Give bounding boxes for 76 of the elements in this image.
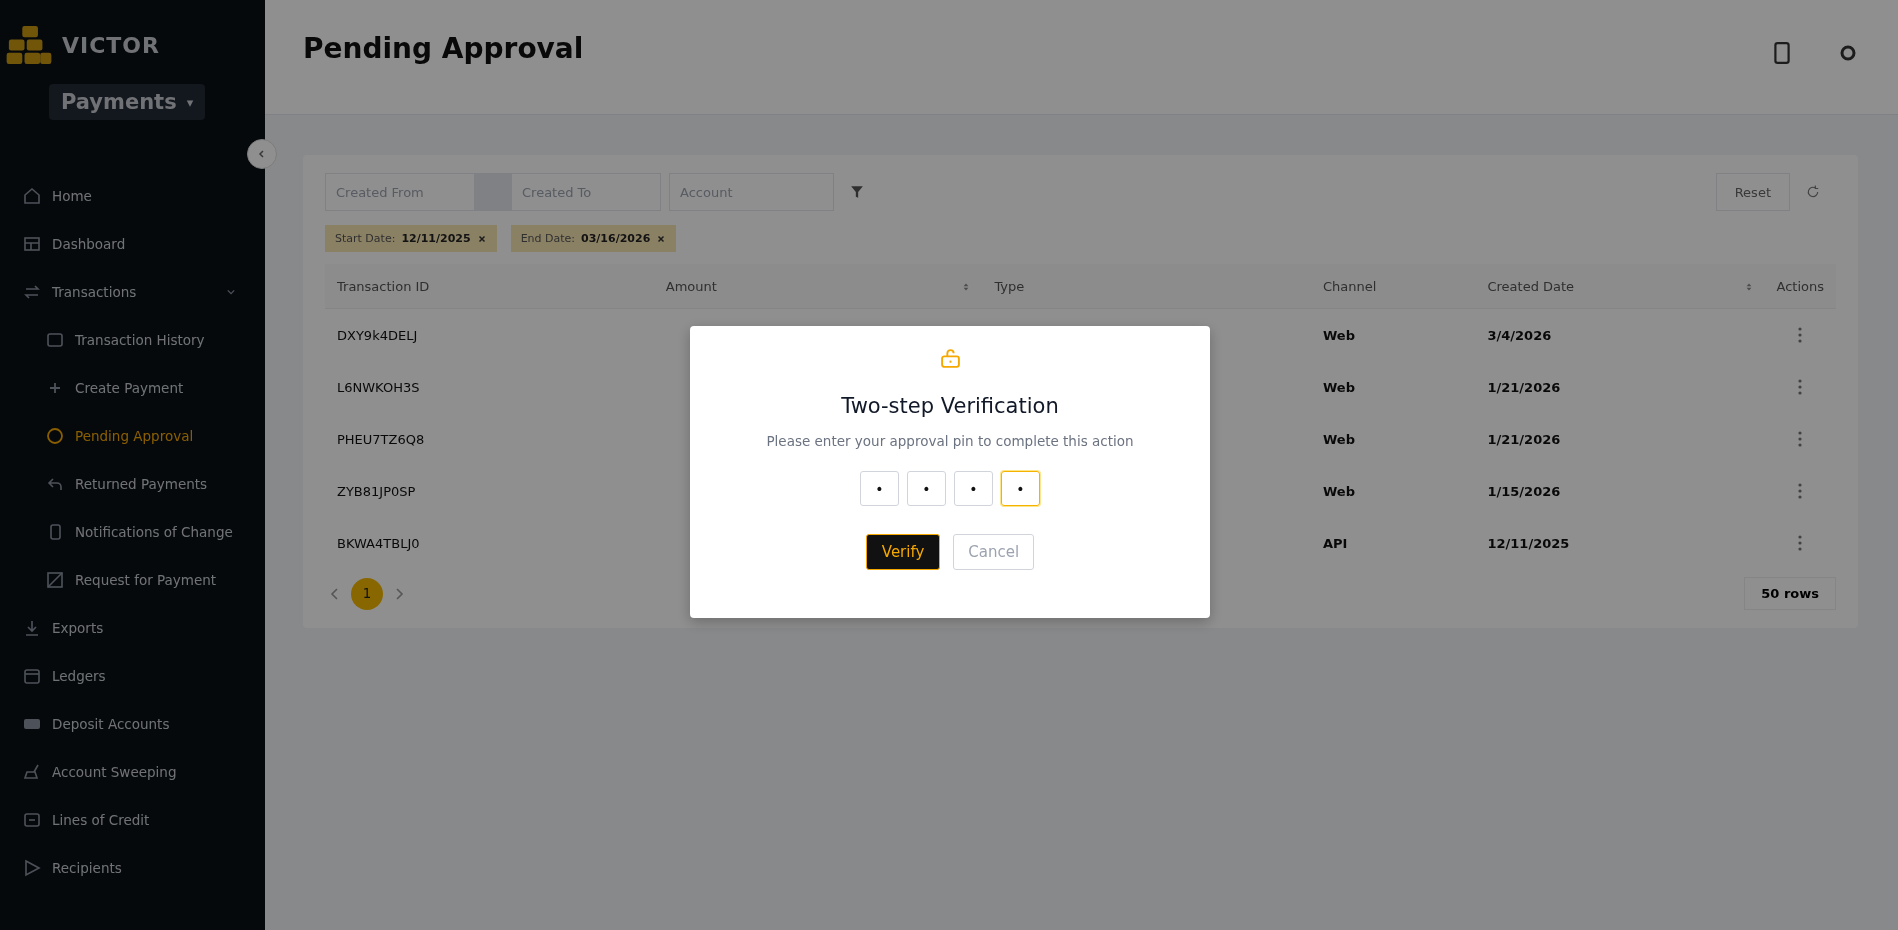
sidebar-item[interactable]: Transaction History — [0, 316, 265, 364]
rows-per-page-select[interactable]: 50 rows — [1744, 577, 1836, 610]
page-button[interactable]: 1 — [351, 577, 383, 610]
account-select[interactable]: Account — [669, 173, 834, 211]
unlocked-padlock-icon — [939, 348, 961, 369]
table-cell: Web — [1322, 327, 1355, 343]
table-cell: 1/21/2026 — [1487, 379, 1561, 395]
send-icon — [22, 858, 42, 878]
sidebar-item[interactable]: Exports — [0, 604, 265, 652]
table-cell: Web — [1322, 379, 1355, 395]
circle-icon — [45, 426, 65, 446]
sidebar-item[interactable]: Pending Approval — [0, 412, 265, 460]
column-header[interactable]: Created Date — [1487, 278, 1575, 294]
column-header[interactable]: Actions — [1776, 278, 1824, 294]
more-icon[interactable] — [1798, 483, 1803, 500]
table-cell: Web — [1322, 483, 1355, 499]
caret-icon: ▾ — [186, 94, 194, 110]
sidebar-item[interactable]: Create Payment — [0, 364, 265, 412]
logo-icon — [6, 26, 52, 64]
column-header[interactable]: Transaction ID — [337, 278, 430, 294]
dialog-title: Two-step Verification — [841, 394, 1059, 418]
sidebar-item[interactable]: Deposit Accounts — [0, 700, 265, 748]
sidebar-item[interactable]: Lines of Credit — [0, 796, 265, 844]
filter-chip[interactable]: End Date: 03/16/2026 — [510, 225, 677, 252]
module-switcher[interactable]: Payments ▾ — [49, 84, 206, 120]
sidebar-item[interactable]: Ledgers — [0, 652, 265, 700]
sidebar-item[interactable]: Transactions — [0, 268, 265, 316]
close-icon — [656, 233, 667, 244]
refresh-icon[interactable] — [1806, 185, 1820, 199]
column-header[interactable]: Amount — [665, 278, 717, 294]
table-cell: DXY9k4DELJ — [337, 327, 418, 343]
sidebar-item[interactable]: Account Sweeping — [0, 748, 265, 796]
close-icon — [476, 233, 487, 244]
cancel-button[interactable]: Cancel — [953, 534, 1035, 570]
sidebar-item[interactable]: Dashboard — [0, 220, 265, 268]
table-cell: BKWA4TBLJ0 — [337, 535, 420, 551]
calendar-icon — [22, 666, 42, 686]
brand-name: VICTOR — [62, 32, 160, 58]
more-icon[interactable] — [1798, 431, 1803, 448]
window-icon — [45, 330, 65, 350]
filter-icon[interactable] — [850, 185, 864, 199]
sidebar-item[interactable]: Returned Payments — [0, 460, 265, 508]
chevron-icon — [257, 149, 267, 159]
sidebar-item[interactable]: Home — [0, 172, 265, 220]
pin-field[interactable]: • — [954, 471, 993, 506]
sidebar-item[interactable]: Recipients — [0, 844, 265, 892]
pin-field[interactable]: • — [860, 471, 899, 506]
pin-field[interactable]: • — [1001, 471, 1040, 506]
table-cell: 1/15/2026 — [1487, 483, 1561, 499]
more-icon[interactable] — [1798, 535, 1803, 552]
filter-chip[interactable]: Start Date: 12/11/2025 — [325, 225, 497, 252]
dialog-message: Please enter your approval pin to complete this action — [766, 433, 1134, 449]
table-cell: 12/11/2025 — [1487, 535, 1570, 551]
column-header[interactable]: Channel — [1322, 278, 1377, 294]
broom-icon — [22, 762, 42, 782]
pin-field[interactable]: • — [907, 471, 946, 506]
more-icon[interactable] — [1798, 327, 1803, 344]
table-cell: 1/21/2026 — [1487, 431, 1561, 447]
verify-button[interactable]: Verify — [865, 534, 941, 570]
table-cell: API — [1322, 535, 1348, 551]
table-cell: ZYB81JP0SP — [337, 483, 416, 499]
reset-button[interactable]: Reset — [1715, 173, 1790, 211]
table-cell: PHEU7TZ6Q8 — [337, 431, 425, 447]
collapse-sidebar-button[interactable] — [247, 139, 277, 169]
page-title: Pending Approval — [303, 32, 584, 65]
table-cell: Web — [1322, 431, 1355, 447]
table-cell: L6NWKOH3S — [337, 379, 420, 395]
grid-icon — [22, 234, 42, 254]
date-field[interactable]: Created To — [511, 173, 661, 211]
sidebar-item[interactable]: Notifications of Change — [0, 508, 265, 556]
date-field[interactable]: Created From — [325, 173, 475, 211]
column-header[interactable]: Type — [994, 278, 1025, 294]
sidebar-item[interactable]: Request for Payment — [0, 556, 265, 604]
table-cell: 3/4/2026 — [1487, 327, 1552, 343]
more-icon[interactable] — [1798, 379, 1803, 396]
house-icon — [22, 186, 42, 206]
